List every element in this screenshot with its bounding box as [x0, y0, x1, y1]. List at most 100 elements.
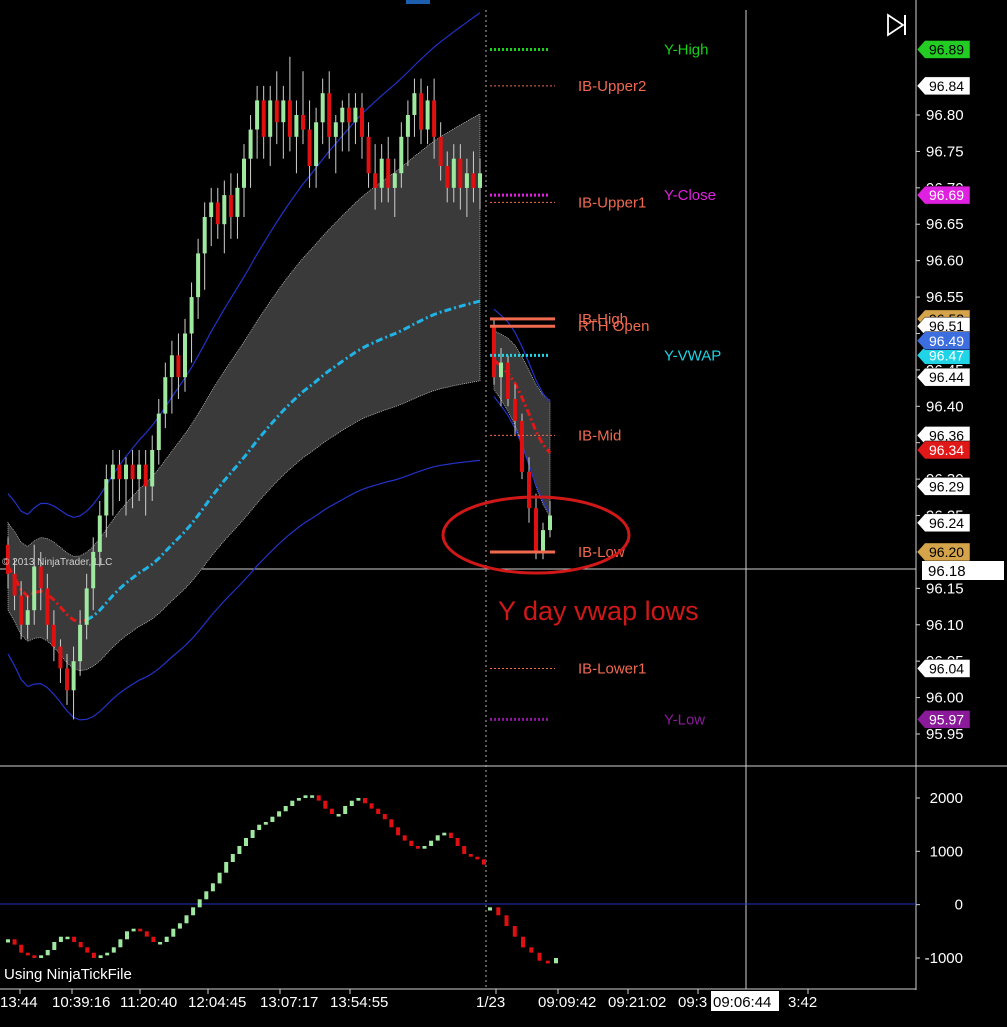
delta-tick-label: 0 [955, 897, 963, 914]
cumdelta-bar [151, 936, 156, 942]
price-bar-candle [478, 173, 482, 188]
price-bar-candle [242, 158, 246, 188]
cumdelta-bar [12, 939, 17, 945]
cumdelta-bar [462, 846, 467, 854]
cumdelta-bar-s2 [521, 936, 525, 948]
cumdelta-bar [263, 822, 268, 825]
cumdelta-bar [270, 816, 275, 822]
crosshair-time-text: 09:06:44 [713, 994, 771, 1011]
annotation-text: Y day vwap lows [498, 596, 699, 626]
cumdelta-bar [224, 862, 229, 873]
price-bar-candle [117, 464, 122, 480]
cumdelta-bar-s2 [488, 907, 492, 911]
price-bar-candle [340, 107, 345, 123]
price-bar-s2-candle [541, 530, 545, 552]
cumdelta-bar [415, 846, 420, 849]
level-label: IB-Mid [578, 427, 621, 444]
price-bar-candle [222, 195, 227, 225]
cumdelta-bar [125, 931, 129, 940]
cumdelta-bar [310, 795, 315, 798]
copyright-text: © 2013 NinjaTrader, LLC [2, 557, 112, 568]
price-bar-candle [45, 588, 50, 625]
indicator-price-tag: 96.49 [916, 331, 971, 351]
price-bar-candle [353, 107, 358, 123]
price-bar-candle [386, 158, 391, 188]
price-tick-label: 96.15 [926, 580, 964, 597]
price-bar-candle [183, 333, 187, 378]
cumdelta-bar [72, 936, 77, 942]
price-bar-s2-candle [527, 471, 531, 509]
price-bar-candle [261, 100, 266, 137]
cumdelta-bar [250, 830, 255, 838]
price-bar-candle [373, 173, 378, 188]
level-price-tag: 96.04 [916, 659, 971, 678]
cumdelta-bar [442, 832, 447, 836]
price-bar-candle [346, 107, 351, 123]
cumdelta-bar [482, 859, 486, 865]
cumdelta-bar [197, 899, 202, 908]
price-bar-candle [287, 100, 292, 137]
price-bar-candle [425, 100, 430, 130]
price-bar-candle [405, 115, 410, 137]
chart-window: Y-High IB-Upper2 Y-Close IB-Upper1 IB-High RT… [0, 0, 1007, 1027]
cumdelta-bar [422, 846, 427, 849]
level-price-tag-text: 96.20 [929, 544, 964, 560]
scroll-indicator[interactable] [406, 0, 430, 4]
price-bar-candle [84, 588, 89, 625]
cumdelta-bar [455, 838, 460, 846]
cumdelta-bar [475, 856, 480, 860]
cumdelta-bar [349, 800, 354, 806]
cumdelta-bar [52, 942, 57, 950]
time-tick-label: 3:42 [788, 994, 817, 1011]
price-bar-candle [379, 158, 384, 188]
cumdelta-bar [19, 944, 24, 953]
price-bar-candle [12, 573, 17, 596]
indicator-price-tag: 96.29 [916, 477, 971, 496]
time-tick-label: 13:44 [0, 994, 38, 1011]
cumdelta-bar-s2 [504, 915, 509, 926]
price-bar-s2-candle [499, 362, 503, 378]
price-bar-candle [320, 93, 325, 123]
cumdelta-bar [111, 947, 116, 953]
cumdelta-bar [217, 872, 222, 884]
price-bar-candle [419, 93, 423, 130]
level-price-tag: 96.84 [916, 76, 971, 96]
level-price-tag: 95.97 [916, 710, 971, 729]
price-bar-candle [215, 202, 220, 225]
cumdelta-bar [244, 838, 248, 846]
play-to-end-icon[interactable] [884, 12, 910, 38]
indicator-price-tag-text: 96.49 [929, 333, 964, 349]
cumdelta-bar-s2 [537, 952, 542, 961]
cumdelta-bar [138, 928, 143, 932]
price-tick-label: 96.65 [926, 216, 964, 233]
price-bar-candle [32, 566, 37, 611]
cumdelta-bar [296, 798, 301, 801]
cumdelta-bar [356, 798, 361, 801]
price-bar-candle [51, 624, 56, 647]
price-bar-candle [189, 297, 194, 334]
price-bar-candle [124, 464, 128, 480]
price-bar-candle [71, 661, 76, 691]
price-bar-candle [281, 100, 286, 123]
price-bar-candle [163, 377, 168, 414]
cumdelta-bar [376, 808, 381, 814]
cumdelta-bar [303, 795, 308, 798]
indicator-price-tag: 96.24 [916, 513, 971, 533]
time-tick-label: 1/23 [476, 994, 505, 1011]
cumdelta-bar [131, 928, 136, 932]
time-tick-label: 12:04:45 [188, 994, 246, 1011]
indicator-price-tag-text: 96.24 [929, 515, 964, 531]
cumdelta-bar [204, 891, 209, 900]
price-bar-candle [274, 100, 279, 123]
price-bar-candle [196, 253, 201, 298]
price-bar-candle [58, 646, 63, 669]
price-tick-label: 96.40 [926, 398, 964, 415]
indicator-price-tag-text: 96.34 [929, 442, 964, 458]
cumdelta-bar [402, 835, 407, 841]
cumdelta-bar [230, 854, 235, 862]
price-bar-candle [235, 187, 240, 217]
cumdelta-bar [409, 840, 414, 846]
level-price-tag-text: 96.04 [929, 661, 964, 677]
level-label: Y-VWAP [664, 347, 721, 364]
price-bar-candle [438, 136, 443, 166]
